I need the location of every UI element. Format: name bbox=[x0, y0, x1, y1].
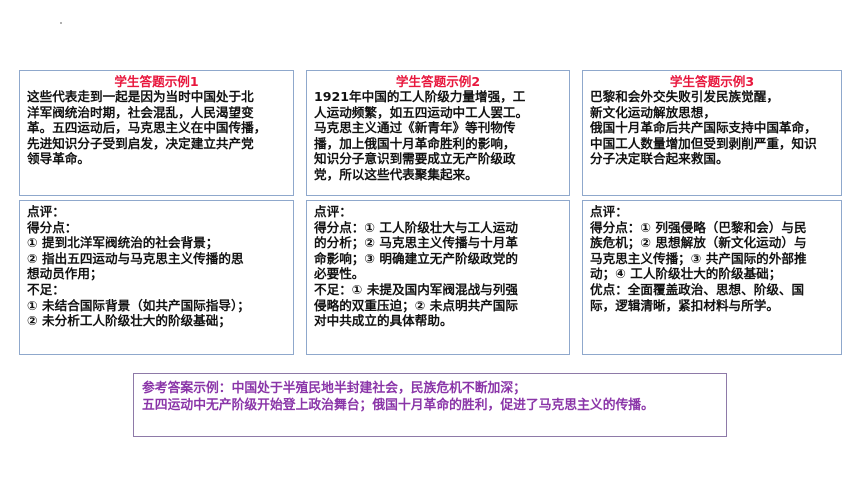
answer-line: 分子决定联合起来救国。 bbox=[590, 151, 729, 167]
answer-line: 革。五四运动后，马克思主义在中国传播， bbox=[27, 120, 267, 136]
answer-line: 先进知识分子受到启发，决定建立共产党 bbox=[27, 135, 254, 151]
answer-line: 马克思主义通过《新青年》等刊物传 bbox=[314, 120, 516, 136]
answer-title: 学生答题示例3 bbox=[669, 74, 755, 89]
comment-box-1: 点评： 得分点： ① 提到北洋军阀统治的社会背景； ② 指出五四运动与马克思主义… bbox=[19, 200, 294, 355]
answer-example-1: 学生答题示例1 这些代表走到一起是因为当时中国处于北 洋军阀统治时期，社会混乱，… bbox=[19, 70, 294, 196]
answer-example-3: 学生答题示例3 巴黎和会外交失败引发民族觉醒， 新文化运动解放思想， 俄国十月革… bbox=[582, 70, 842, 196]
reference-answer-box: 参考答案示例：中国处于半殖民地半封建社会，民族危机不断加深； 五四运动中无产阶级… bbox=[133, 373, 727, 437]
comment-line: ② 指出五四运动与马克思主义传播的思 bbox=[27, 250, 244, 266]
comment-line: 动；④ 工人阶级壮大的阶级基础； bbox=[590, 266, 782, 282]
decorative-dot bbox=[60, 22, 62, 24]
comment-line: 优点：全面覆盖政治、思想、阶级、国 bbox=[590, 281, 805, 297]
answer-line: 1921年中国的工人阶级力量增强，工 bbox=[314, 89, 526, 104]
comment-line: 马克思主义传播；③ 共产国际的外部推 bbox=[590, 250, 807, 266]
comment-line: 得分点：① 工人阶级壮大与工人运动 bbox=[314, 219, 518, 235]
answer-line: 领导革命。 bbox=[27, 151, 90, 167]
comment-line: 际，逻辑清晰，紧扣材料与所学。 bbox=[590, 297, 779, 313]
answer-line: 知识分子意识到需要成立无产阶级政 bbox=[314, 151, 516, 167]
comment-line: 得分点： bbox=[27, 219, 78, 235]
comment-box-3: 点评： 得分点：① 列强侵略（巴黎和会）与民 族危机；② 思想解放（新文化运动）… bbox=[582, 200, 842, 355]
reference-line: 五四运动中无产阶级开始登上政治舞台；俄国十月革命的胜利，促进了马克思主义的传播。 bbox=[142, 398, 654, 413]
comment-line: 的分析；② 马克思主义传播与十月革 bbox=[314, 235, 518, 251]
comment-line: 想动员作用； bbox=[27, 266, 103, 282]
answer-line: 洋军阀统治时期，社会混乱，人民渴望变 bbox=[27, 104, 254, 120]
answer-line: 这些代表走到一起是因为当时中国处于北 bbox=[27, 89, 254, 104]
comment-line: 命影响；③ 明确建立无产阶级政党的 bbox=[314, 250, 518, 266]
answer-title: 学生答题示例1 bbox=[114, 74, 199, 89]
comment-line: ① 未结合国际背景（如共产国际指导）； bbox=[27, 297, 250, 313]
answer-line: 巴黎和会外交失败引发民族觉醒， bbox=[590, 89, 779, 104]
answer-line: 党，所以这些代表聚集起来。 bbox=[314, 166, 478, 182]
comment-line: 点评： bbox=[314, 204, 352, 219]
answer-line: 中国工人数量增加但受到剥削严重，知识 bbox=[590, 135, 817, 151]
comment-line: 不足：① 未提及国内军阀混战与列强 bbox=[314, 281, 518, 297]
comment-line: ① 提到北洋军阀统治的社会背景； bbox=[27, 235, 219, 251]
comment-line: ② 未分析工人阶级壮大的阶级基础； bbox=[27, 313, 231, 329]
comment-line: 点评： bbox=[27, 204, 65, 219]
answer-line: 新文化运动解放思想， bbox=[590, 104, 716, 120]
reference-line: 参考答案示例：中国处于半殖民地半封建社会，民族危机不断加深； bbox=[142, 381, 526, 396]
comment-box-2: 点评： 得分点：① 工人阶级壮大与工人运动 的分析；② 马克思主义传播与十月革 … bbox=[306, 200, 570, 355]
comment-line: 不足： bbox=[27, 281, 65, 297]
answer-line: 俄国十月革命后共产国际支持中国革命， bbox=[590, 120, 817, 136]
comment-line: 必要性。 bbox=[314, 266, 365, 282]
comment-line: 侵略的双重压迫；② 未点明共产国际 bbox=[314, 297, 518, 313]
answer-line: 播，加上俄国十月革命胜利的影响， bbox=[314, 135, 516, 151]
comment-line: 点评： bbox=[590, 204, 628, 219]
comment-line: 对中共成立的具体帮助。 bbox=[314, 313, 453, 329]
comment-line: 族危机；② 思想解放（新文化运动）与 bbox=[590, 235, 807, 251]
answer-example-2: 学生答题示例2 1921年中国的工人阶级力量增强，工 人运动频繁，如五四运动中工… bbox=[306, 70, 570, 196]
comment-line: 得分点：① 列强侵略（巴黎和会）与民 bbox=[590, 219, 807, 235]
answer-line: 人运动频繁，如五四运动中工人罢工。 bbox=[314, 104, 529, 120]
answer-title: 学生答题示例2 bbox=[395, 74, 481, 89]
